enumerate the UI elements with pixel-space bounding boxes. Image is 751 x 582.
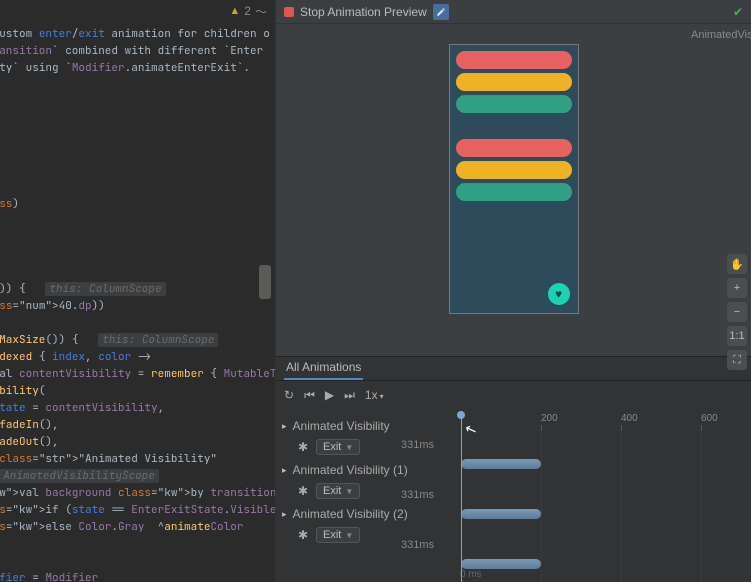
editor-scrollbar-thumb[interactable] [259,265,271,299]
stop-icon[interactable] [284,7,294,17]
next-frame-button[interactable]: ⏭ [344,388,355,403]
animation-transport: ↻ ⏮ ▶ ⏭ 1x▾ [276,381,751,409]
preview-bar [456,161,572,179]
preview-pane: Stop Animation Preview ✔ AnimatedVisibil… [275,0,751,582]
ruler-tick: 600 [701,413,718,424]
timeline-gridline [701,433,702,582]
freeze-icon[interactable]: ✱ [296,440,310,454]
timeline-current-time: 0 ms [460,569,482,580]
expand-button[interactable]: ⛶ [727,350,747,370]
preview-device-label: AnimatedVisibility [691,29,751,41]
animation-name[interactable]: Animated Visibility (1) [293,463,408,477]
animation-tabs: All Animations [276,357,751,381]
preview-title[interactable]: Stop Animation Preview [300,5,427,19]
zoom-in-button[interactable]: + [727,278,747,298]
device-frame: ♥ [449,44,579,314]
timeline-ruler[interactable]: 2004006008001000 [456,409,751,433]
animation-duration: 331ms [401,539,434,551]
fab-button[interactable]: ♥ [548,283,570,305]
freeze-icon[interactable]: ✱ [296,484,310,498]
timeline-playhead[interactable] [461,411,462,582]
tab-all-animations[interactable]: All Animations [284,356,363,380]
chevron-right-icon[interactable]: ▸ [282,509,287,520]
animation-track[interactable] [461,459,541,469]
design-mode-button[interactable] [433,4,449,20]
animation-name[interactable]: Animated Visibility [293,419,390,433]
preview-bar [456,95,572,113]
state-dropdown[interactable]: Exit▼ [316,527,360,543]
chevron-right-icon[interactable]: ▸ [282,465,287,476]
preview-toolbar: Stop Animation Preview ✔ [276,0,751,24]
ruler-tick: 200 [541,413,558,424]
zoom-out-button[interactable]: − [727,302,747,322]
play-button[interactable]: ▶ [325,388,334,402]
code-editor[interactable]: o create a custom enter/exit animation f… [0,22,275,582]
animation-track[interactable] [461,509,541,519]
ruler-tick: 400 [621,413,638,424]
timeline-gridline [541,433,542,582]
animation-duration: 331ms [401,439,434,451]
preview-bar [456,51,572,69]
preview-canvas[interactable]: AnimatedVisibility ♥ ✋ + − 1:1 ⛶ [276,24,751,356]
animation-name[interactable]: Animated Visibility (2) [293,507,408,521]
build-success-icon: ✔ [733,5,743,19]
loop-button[interactable]: ↻ [284,388,294,402]
animation-timeline[interactable]: 2004006008001000 0 ms 331ms331ms331ms↖ [456,409,751,582]
speed-dropdown[interactable]: 1x▾ [365,388,384,402]
warning-icon: ▲ [229,5,240,17]
animation-inspector: All Animations ↻ ⏮ ▶ ⏭ 1x▾ ▸ Animated Vis… [276,356,751,582]
prev-frame-button[interactable]: ⏮ [304,388,315,403]
inspections-indicator[interactable]: 〜 [255,3,267,20]
preview-bar [456,139,572,157]
state-dropdown[interactable]: Exit▼ [316,439,360,455]
preview-bar [456,117,572,135]
animation-duration: 331ms [401,489,434,501]
preview-bar [456,183,572,201]
code-editor-pane: ▲ 2 〜 o create a custom enter/exit anima… [0,0,275,582]
warning-count: 2 [244,4,251,18]
preview-bar [456,73,572,91]
zoom-reset-button[interactable]: 1:1 [727,326,747,346]
animation-track[interactable] [461,559,541,569]
freeze-icon[interactable]: ✱ [296,528,310,542]
pan-button[interactable]: ✋ [727,254,747,274]
editor-status-bar: ▲ 2 〜 [0,0,275,22]
chevron-right-icon[interactable]: ▸ [282,421,287,432]
preview-bar [456,205,572,223]
preview-side-tools: ✋ + − 1:1 ⛶ [727,254,747,370]
state-dropdown[interactable]: Exit▼ [316,483,360,499]
timeline-gridline [621,433,622,582]
